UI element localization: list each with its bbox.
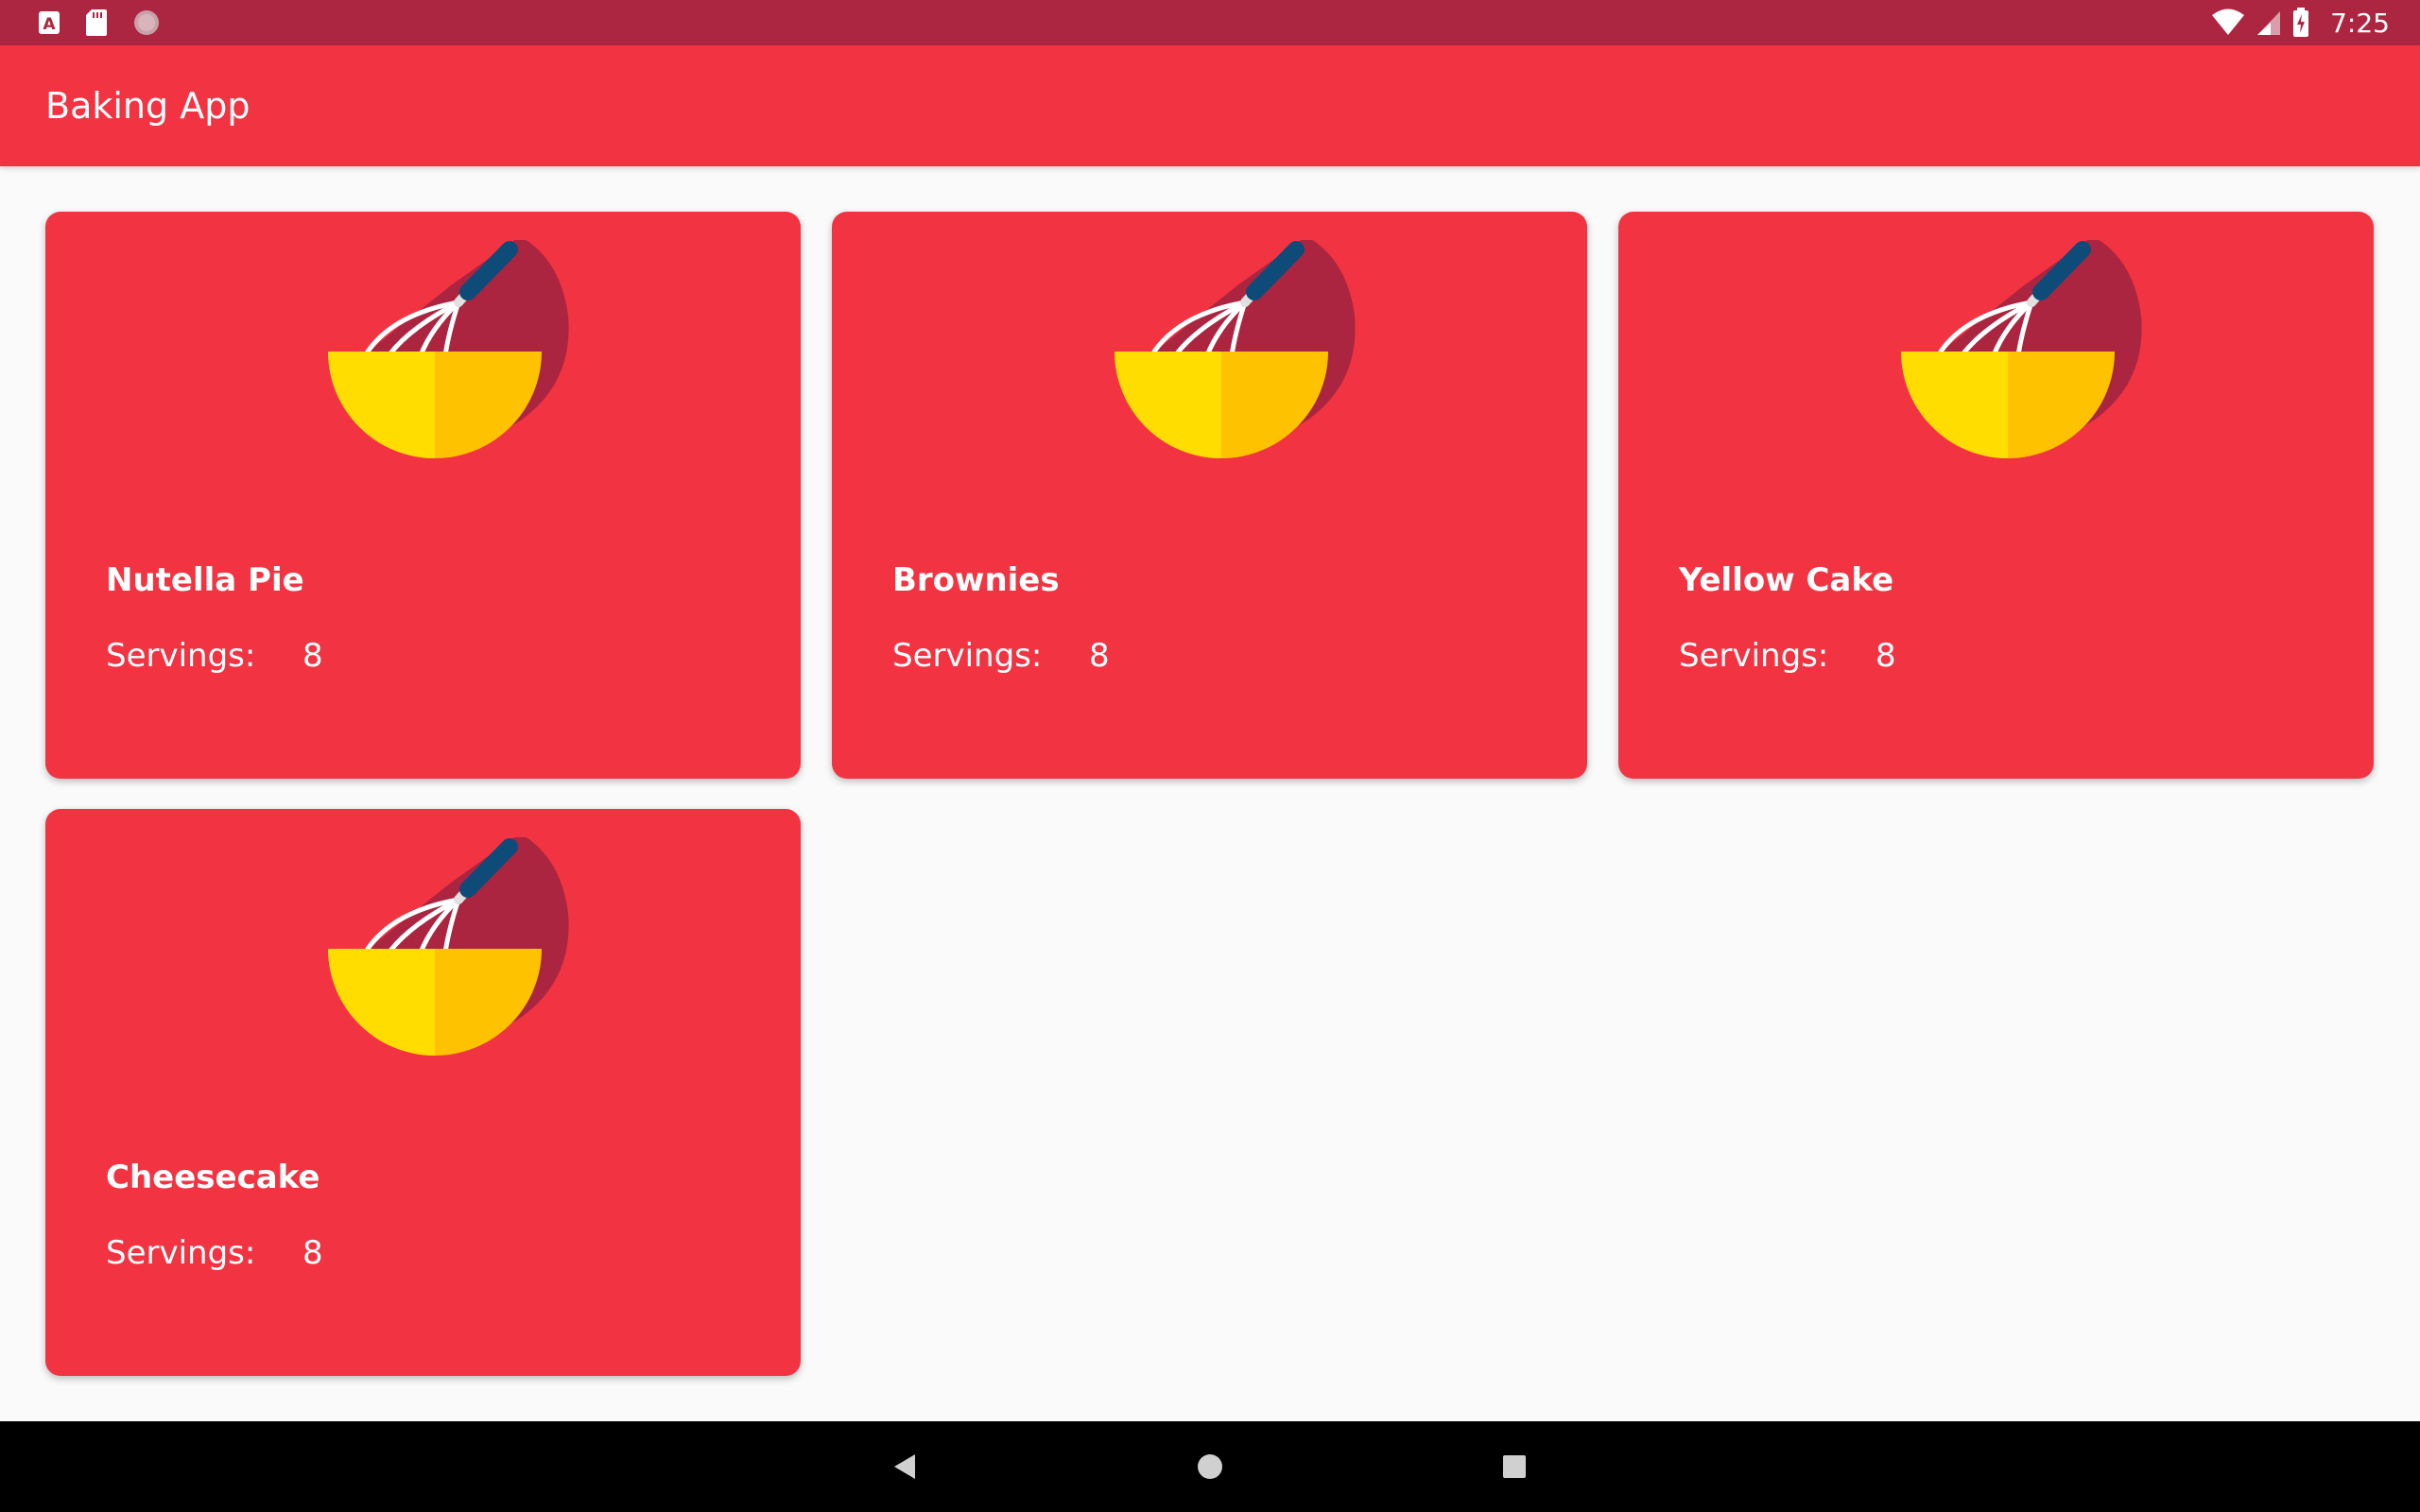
status-bar: A 7:25 [0,0,2420,45]
whisk-bowl-icon [1901,240,2142,458]
svg-text:A: A [43,15,56,34]
recipe-servings: Servings: 8 [892,637,1110,675]
servings-label: Servings: [106,1234,256,1272]
system-icons: 7:25 [2211,0,2390,45]
servings-value: 8 [302,637,323,675]
recipe-name: Yellow Cake [1679,561,1894,599]
recipe-card-yellow-cake[interactable]: Yellow Cake Servings: 8 [1618,212,2374,779]
recipe-name: Brownies [892,561,1060,599]
recipe-servings: Servings: 8 [106,1234,323,1272]
servings-label: Servings: [106,637,256,675]
whisk-bowl-icon [328,837,569,1056]
servings-label: Servings: [892,637,1043,675]
recents-icon[interactable] [1495,1448,1533,1486]
cell-signal-icon [2257,11,2281,35]
recipe-servings: Servings: 8 [1679,637,1896,675]
servings-value: 8 [1876,637,1896,675]
sd-card-icon [86,9,107,36]
wifi-icon [2212,9,2245,35]
whisk-bowl-icon [328,240,569,458]
circle-notification-icon [134,10,159,35]
whisk-bowl-icon [1115,240,1356,458]
battery-charging-icon [2293,8,2309,37]
navigation-bar [0,1421,2420,1512]
clock: 7:25 [2330,7,2390,39]
recipe-card-brownies[interactable]: Brownies Servings: 8 [832,212,1587,779]
recipe-card-nutella-pie[interactable]: Nutella Pie Servings: 8 [45,212,801,779]
back-icon[interactable] [887,1448,925,1486]
servings-label: Servings: [1679,637,1829,675]
home-icon[interactable] [1191,1448,1229,1486]
notification-icons: A [38,8,161,38]
recipe-name: Nutella Pie [106,561,304,599]
app-title: Baking App [45,85,251,127]
app-bar: Baking App [0,45,2420,166]
servings-value: 8 [1089,637,1110,675]
a-notification-icon: A [39,11,60,34]
recipe-name: Cheesecake [106,1159,320,1196]
recipe-card-cheesecake[interactable]: Cheesecake Servings: 8 [45,809,801,1376]
servings-value: 8 [302,1234,323,1272]
recipe-servings: Servings: 8 [106,637,323,675]
